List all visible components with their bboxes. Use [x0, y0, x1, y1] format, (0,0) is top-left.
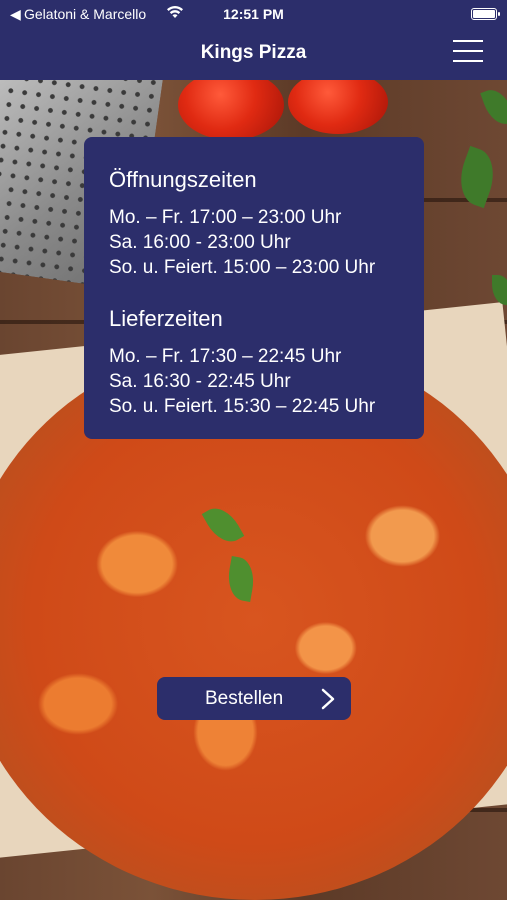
tomato: [178, 80, 284, 140]
hours-card: Öffnungszeiten Mo. – Fr. 17:00 – 23:00 U…: [84, 137, 424, 439]
opening-hours-line: So. u. Feiert. 15:00 – 23:00 Uhr: [109, 257, 376, 278]
opening-hours-line: Mo. – Fr. 17:00 – 23:00 Uhr: [109, 207, 342, 228]
delivery-hours-line: Sa. 16:30 - 22:45 Uhr: [109, 371, 291, 392]
opening-hours-title: Öffnungszeiten: [109, 167, 257, 192]
delivery-hours-section: Lieferzeiten Mo. – Fr. 17:30 – 22:45 Uhr…: [109, 306, 424, 419]
delivery-hours-line: So. u. Feiert. 15:30 – 22:45 Uhr: [109, 396, 376, 417]
basil-leaf: [451, 145, 503, 209]
order-button[interactable]: Bestellen: [157, 677, 351, 720]
basil-leaf: [492, 275, 507, 305]
top-bar: ◀ Gelatoni & Marcello 12:51 PM Kings Piz…: [0, 0, 507, 80]
opening-hours-line: Sa. 16:00 - 23:00 Uhr: [109, 232, 291, 253]
battery-icon: [471, 8, 500, 20]
page-title: Kings Pizza: [200, 42, 307, 63]
chevron-right-icon: [321, 688, 335, 710]
hamburger-menu-icon[interactable]: [453, 40, 483, 62]
delivery-hours-title: Lieferzeiten: [109, 306, 223, 331]
order-button-label: Bestellen: [205, 688, 284, 709]
basil-leaf: [480, 85, 507, 129]
status-time: 12:51 PM: [223, 6, 284, 22]
status-bar: ◀ Gelatoni & Marcello 12:51 PM: [0, 0, 507, 28]
tomato: [288, 80, 388, 134]
delivery-hours-line: Mo. – Fr. 17:30 – 22:45 Uhr: [109, 346, 342, 367]
